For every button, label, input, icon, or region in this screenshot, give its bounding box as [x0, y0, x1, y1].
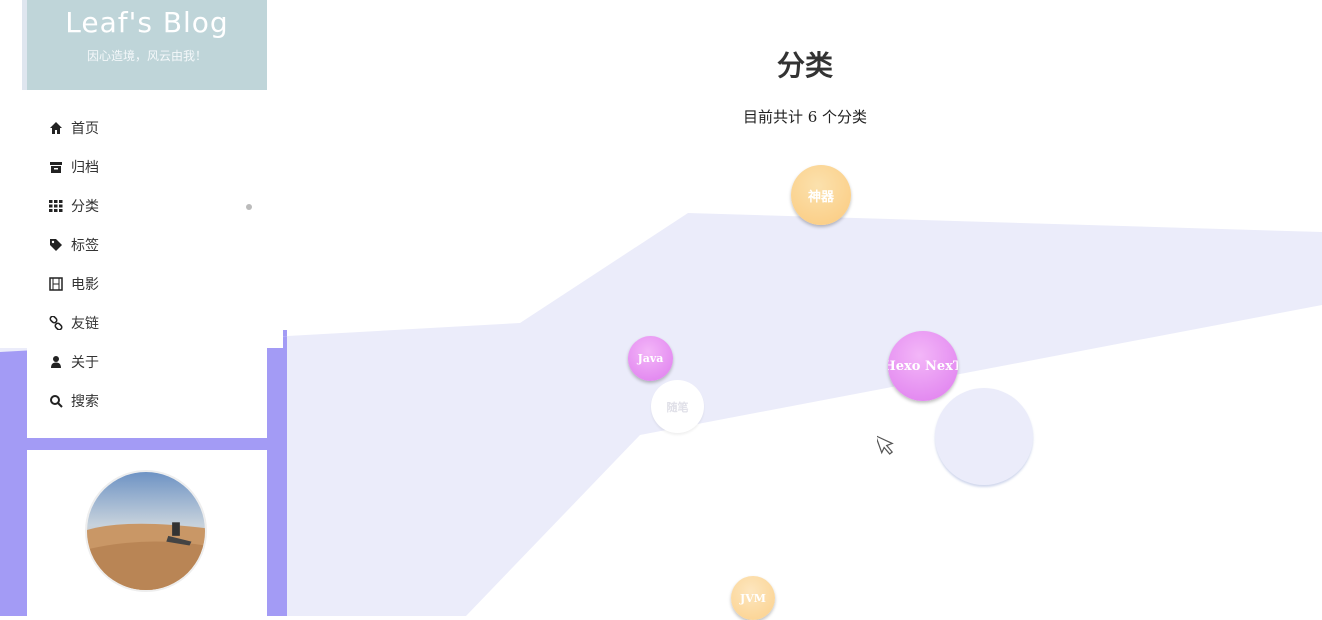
category-label: Hexo NexT: [888, 358, 958, 374]
category-label: JVM: [740, 591, 766, 605]
menu-label-tags: 标签: [71, 238, 99, 254]
category-count: 目前共计 6 个分类: [742, 108, 868, 126]
category-bubble[interactable]: JVM: [731, 576, 775, 620]
menu-label-home: 首页: [71, 121, 99, 137]
menu-label-archive: 归档: [71, 160, 99, 176]
category-bubble[interactable]: Hexo NexT: [888, 331, 958, 401]
link-icon: [49, 316, 63, 330]
site-subtitle: 因心造境，风云由我！: [86, 49, 207, 63]
menu-item-search[interactable]: 搜索: [49, 389, 99, 413]
category-label: 随笔: [666, 400, 689, 414]
category-label: 神器: [807, 189, 834, 205]
menu-label-categories: 分类: [71, 199, 99, 215]
th-icon: [49, 199, 63, 213]
search-icon: [49, 394, 63, 408]
archive-icon: [49, 160, 63, 174]
mouse-cursor-icon: [877, 434, 894, 455]
menu-item-categories[interactable]: 分类: [49, 194, 99, 218]
site-title[interactable]: Leaf's Blog: [27, 6, 267, 39]
menu-item-tags[interactable]: 标签: [49, 233, 99, 257]
author-panel: [27, 450, 267, 616]
active-indicator: [246, 204, 252, 210]
user-icon: [49, 355, 63, 369]
menu-item-archive[interactable]: 归档: [49, 155, 99, 179]
menu-item-home[interactable]: 首页: [49, 116, 99, 140]
category-bubble[interactable]: [935, 388, 1033, 485]
avatar-image: [87, 472, 205, 590]
menu-item-about[interactable]: 关于: [49, 350, 99, 374]
category-bubble[interactable]: Java: [628, 336, 673, 381]
site-brand[interactable]: Leaf's Blog 因心造境，风云由我！: [27, 0, 267, 90]
category-label: Java: [637, 352, 664, 365]
film-icon: [49, 277, 63, 291]
author-avatar[interactable]: [85, 470, 207, 592]
menu-item-links[interactable]: 友链: [49, 311, 99, 335]
menu-label-about: 关于: [71, 355, 99, 371]
category-bubble[interactable]: 神器: [791, 165, 851, 225]
page-title: 分类: [776, 49, 833, 82]
menu-label-links: 友链: [71, 316, 99, 332]
home-icon: [49, 121, 63, 135]
menu-label-movies: 电影: [71, 277, 99, 293]
menu-label-search: 搜索: [71, 394, 99, 410]
menu-item-movies[interactable]: 电影: [49, 272, 99, 296]
sidebar-menu: 首页 归档 分类 标签 电影 友链 关于 搜索: [27, 90, 267, 438]
category-bubble[interactable]: 随笔: [651, 380, 704, 433]
tags-icon: [49, 238, 63, 252]
